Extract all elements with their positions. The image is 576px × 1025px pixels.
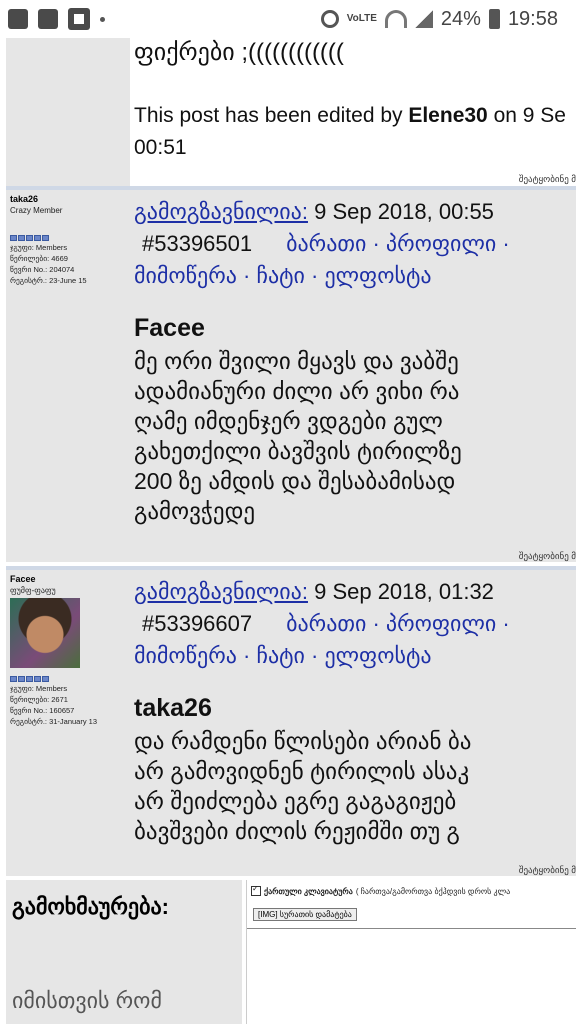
post-links-top[interactable]: ბარათი · პროფილი · <box>286 611 510 636</box>
post-1: taka26 Crazy Member ჯგუფი: Members წერილ… <box>0 190 576 566</box>
author-post-count: წერილები: 2671 <box>10 695 68 704</box>
reply-editor-panel: ქართული კლავიატურა ( ჩართვა/გამორთვა ბქჰ… <box>246 880 576 1025</box>
post-2-content: გამოგზავნილია: 9 Sep 2018, 01:32 #533966… <box>130 570 576 864</box>
status-bar-right: VoLTE 24% 19:58 <box>320 6 558 32</box>
post-body-line: 200 ზე ამდის და შესაბამისად <box>134 468 456 494</box>
posted-label-link[interactable]: გამოგზავნილია: <box>134 199 308 224</box>
post-links-bottom[interactable]: მიმოწერა · ჩატი · ელფოსტა <box>134 643 432 668</box>
status-bar: VoLTE 24% 19:58 <box>0 0 576 38</box>
georgian-keyboard-toggle[interactable]: ქართული კლავიატურა ( ჩართვა/გამორთვა ბქჰ… <box>251 884 511 896</box>
post-previous-content: ფიქრები ;(((((((((((( This post has been… <box>130 38 576 188</box>
post-body-line: გახეთქილი ბავშვის ტირილზე <box>134 438 462 464</box>
post-2: Facee ფუმფ-ფაფუ ჯგუფი: Members წერილები:… <box>0 570 576 876</box>
avatar[interactable] <box>10 598 80 668</box>
keyboard-hint: ( ჩართვა/გამორთვა ბქჰდვის დროს კლა <box>355 886 511 896</box>
post-body-line: მე ორი შვილი მყავს და ვაბშე <box>134 348 459 374</box>
reply-label-panel: გამოხმაურება: იმისთვის რომ <box>6 880 242 1024</box>
post-links-top[interactable]: ბარათი · პროფილი · <box>286 231 510 256</box>
post-body-line: ადამიანური ძილი არ ვიხი რა <box>134 378 460 404</box>
posted-date: 9 Sep 2018, 01:32 <box>314 579 494 604</box>
edited-note: This post has been edited by Elene30 on … <box>134 100 566 164</box>
edited-prefix: This post has been edited by <box>134 104 409 127</box>
author-info: ჯგუფი: Members წერილები: 2671 წევრი No.:… <box>10 683 97 727</box>
status-bar-left <box>8 8 105 30</box>
post-body-line: ღამე იმდენჯერ ვდგები გულ <box>134 408 443 434</box>
post-1-footer: შეატყობინე მ <box>6 550 576 562</box>
post-2-footer: შეატყობინე მ <box>6 864 576 876</box>
author-group: ჯგუფი: Members <box>10 243 68 252</box>
posted-label-link[interactable]: გამოგზავნილია: <box>134 579 308 604</box>
author-registered: რეგისტრ.: 31-January 13 <box>10 717 98 726</box>
post-body: მე ორი შვილი მყავს და ვაბშე ადამიანური ძ… <box>134 346 462 526</box>
post-previous-sidebar <box>6 38 130 188</box>
post-body-line: არ გამოვიდნენ ტირილის ასაკ <box>134 758 470 784</box>
post-header: გამოგზავნილია: 9 Sep 2018, 00:55 #533965… <box>134 196 510 292</box>
wifi-icon <box>384 10 407 28</box>
report-link[interactable]: შეატყობინე მ <box>519 551 576 562</box>
author-member-no: წევრი No.: 160657 <box>10 706 75 715</box>
author-registered: რეგისტრ.: 23-June 15 <box>10 276 87 285</box>
signal-icon <box>414 10 433 28</box>
battery-percent: 24% <box>440 7 481 30</box>
notification-icon <box>8 9 28 29</box>
post-1-content: გამოგზავნილია: 9 Sep 2018, 00:55 #533965… <box>130 190 576 550</box>
edited-user[interactable]: Elene30 <box>408 104 487 127</box>
reply-textarea[interactable] <box>247 928 576 1025</box>
author-rank: Crazy Member <box>10 206 63 215</box>
battery-icon <box>488 9 500 29</box>
post-body: და რამდენი წლისები არიან ბა არ გამოვიდნე… <box>134 726 471 846</box>
volte-indicator: VoLTE <box>346 13 377 24</box>
post-2-author-panel: Facee ფუმფ-ფაფუ ჯგუფი: Members წერილები:… <box>6 570 130 864</box>
author-rank: ფუმფ-ფაფუ <box>10 586 56 595</box>
post-id-link[interactable]: #53396607 <box>142 608 252 640</box>
author-member-no: წევრი No.: 204074 <box>10 265 75 274</box>
report-link[interactable]: შეატყობინე მ <box>519 865 576 876</box>
post-id-link[interactable]: #53396501 <box>142 228 252 260</box>
author-info: ჯგუფი: Members წერილები: 4669 წევრი No.:… <box>10 242 87 286</box>
rank-pips <box>10 235 49 241</box>
reply-label: გამოხმაურება: <box>12 894 169 919</box>
posted-date: 9 Sep 2018, 00:55 <box>314 199 494 224</box>
alarm-icon <box>320 10 339 28</box>
author-name[interactable]: Facee <box>10 574 36 584</box>
edited-time: 00:51 <box>134 136 187 159</box>
flipboard-icon <box>68 8 90 30</box>
post-body-line: ფიქრები ;(((((((((((( <box>134 39 344 66</box>
keyboard-label: ქართული კლავიატურა <box>264 886 353 896</box>
quote-author: taka26 <box>134 694 212 722</box>
post-body-line: არ შეიძლება ეგრე გაგაგიჟებ <box>134 788 457 814</box>
more-notifications-icon <box>100 16 105 22</box>
quote-author: Facee <box>134 314 205 342</box>
post-header: გამოგზავნილია: 9 Sep 2018, 01:32 #533966… <box>134 576 510 672</box>
author-name[interactable]: taka26 <box>10 194 38 204</box>
post-body-line: გამოვჭედე <box>134 498 256 524</box>
app-icon <box>38 9 58 29</box>
post-body-line: ბავშვები ძილის რეჟიმში თუ გ <box>134 818 460 844</box>
post-1-author-panel: taka26 Crazy Member ჯგუფი: Members წერილ… <box>6 190 130 550</box>
post-body-line: და რამდენი წლისები არიან ბა <box>134 728 472 754</box>
reply-form: გამოხმაურება: იმისთვის რომ ქართული კლავი… <box>6 880 576 1025</box>
author-group: ჯგუფი: Members <box>10 684 68 693</box>
post-links-bottom[interactable]: მიმოწერა · ჩატი · ელფოსტა <box>134 263 432 288</box>
edited-suffix: on 9 Se <box>487 104 566 127</box>
keyboard-checkbox[interactable] <box>251 884 261 896</box>
clock: 19:58 <box>507 7 558 30</box>
rank-pips <box>10 676 49 682</box>
report-link[interactable]: შეატყობინე მ <box>519 174 576 185</box>
author-post-count: წერილები: 4669 <box>10 254 68 263</box>
add-image-button[interactable]: [IMG] სურათის დამატება <box>253 908 357 921</box>
reply-hint: იმისთვის რომ <box>12 988 162 1013</box>
post-previous: ფიქრები ;(((((((((((( This post has been… <box>0 38 576 188</box>
